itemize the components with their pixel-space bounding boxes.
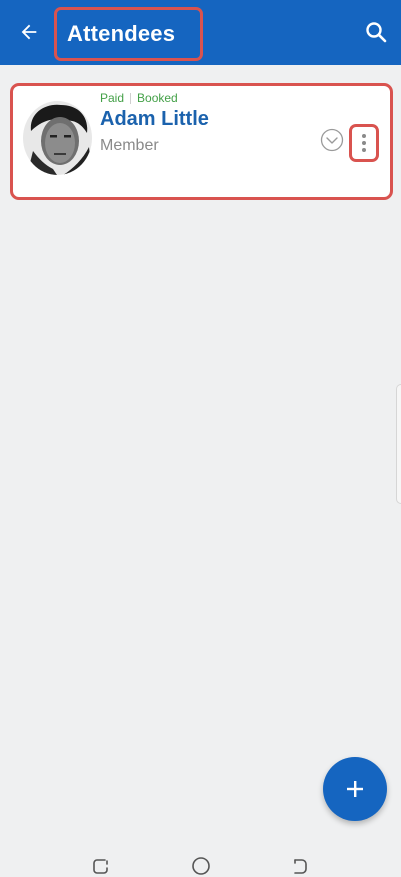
paid-status-label: Paid: [100, 91, 125, 105]
home-button[interactable]: [190, 855, 212, 877]
recents-icon: [93, 859, 108, 874]
page-title-container: Attendees: [54, 7, 203, 61]
attendee-status-row: Paid Booked: [100, 91, 178, 105]
chevron-down-circle-icon: [320, 128, 344, 152]
nav-back-icon: [294, 859, 307, 874]
recents-button[interactable]: [90, 855, 112, 877]
app-bar: Attendees: [0, 0, 401, 65]
system-nav-bar: [0, 845, 401, 877]
attendees-screen: Attendees Paid Booked Adam Little Member: [0, 0, 401, 877]
add-attendee-button[interactable]: [323, 757, 387, 821]
attendee-role: Member: [100, 137, 159, 154]
search-button[interactable]: [359, 15, 393, 49]
plus-icon: [347, 781, 363, 797]
nav-back-button[interactable]: [289, 855, 311, 877]
attendee-card[interactable]: Paid Booked Adam Little Member: [10, 83, 393, 200]
search-icon: [366, 22, 387, 43]
more-vert-icon-dot: [362, 148, 366, 152]
attendee-name[interactable]: Adam Little: [100, 108, 209, 131]
booked-status-label: Booked: [137, 91, 178, 105]
page-title: Attendees: [67, 21, 176, 46]
edge-panel-handle[interactable]: [396, 384, 401, 504]
arrow-left-icon: [21, 24, 37, 40]
back-button[interactable]: [12, 15, 46, 49]
avatar-photo: [23, 101, 92, 175]
status-divider: [130, 92, 132, 104]
more-vert-icon-dot: [362, 141, 366, 145]
more-options-button[interactable]: [349, 124, 379, 162]
more-vert-icon: [362, 134, 366, 138]
home-circle-icon: [192, 857, 210, 875]
avatar[interactable]: [23, 101, 92, 175]
expand-button[interactable]: [320, 128, 344, 152]
